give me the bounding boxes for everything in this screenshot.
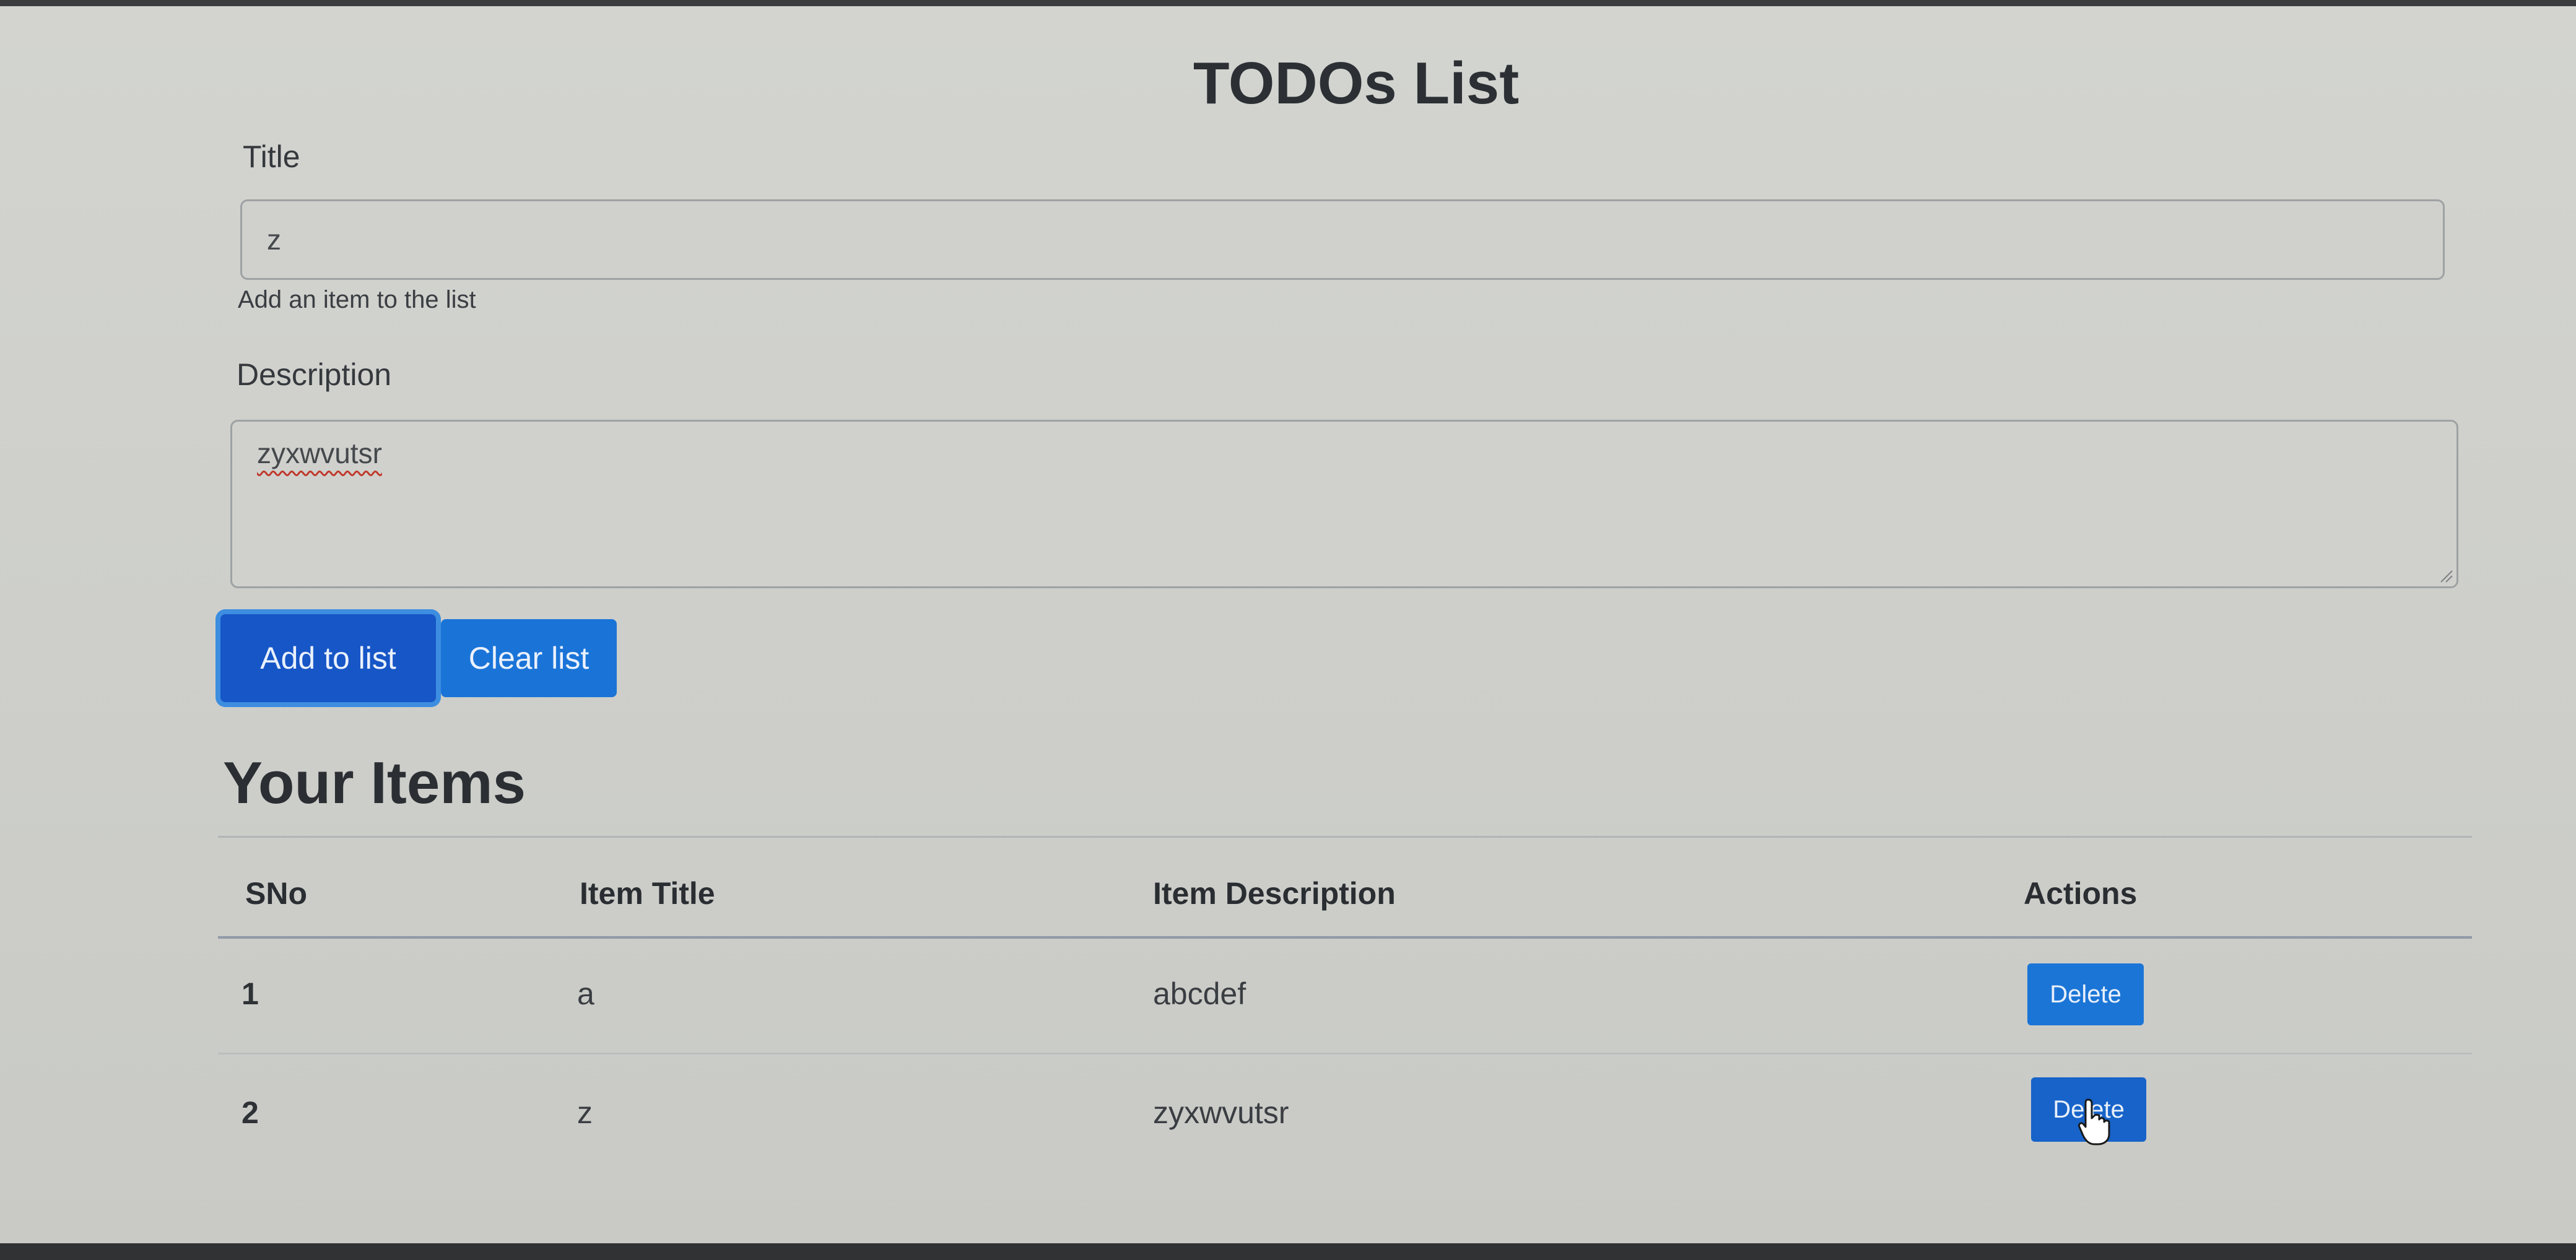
row-item-description: zyxwvutsr [1153,1095,1289,1130]
column-header-sno: SNo [245,876,307,911]
items-heading: Your Items [223,750,526,816]
table-header-divider [218,936,2472,939]
page-title: TODOs List [1193,50,1520,116]
row-sno: 1 [242,976,259,1011]
title-help-text: Add an item to the list [238,286,476,313]
table-top-border [218,836,2472,838]
description-label: Description [237,357,392,392]
title-input[interactable] [240,199,2445,280]
screen-bezel-bottom [0,1243,2576,1260]
column-header-item-title: Item Title [580,876,715,911]
clear-list-button[interactable]: Clear list [441,619,617,697]
table-row-divider [218,1053,2472,1054]
add-to-list-button[interactable]: Add to list [220,614,436,702]
hand-pointer-icon [2078,1098,2110,1145]
row-sno: 2 [242,1095,259,1130]
column-header-item-description: Item Description [1153,876,1396,911]
delete-button[interactable]: Delete [2027,963,2144,1025]
column-header-actions: Actions [2024,876,2138,911]
row-item-description: abcdef [1153,976,1247,1011]
title-label: Title [243,139,300,174]
row-item-title: z [577,1095,593,1130]
screen-bezel-top [0,0,2576,6]
resize-grip-icon[interactable] [2437,567,2453,583]
row-item-title: a [577,976,594,1011]
description-textarea[interactable]: zyxwvutsr [230,420,2458,588]
